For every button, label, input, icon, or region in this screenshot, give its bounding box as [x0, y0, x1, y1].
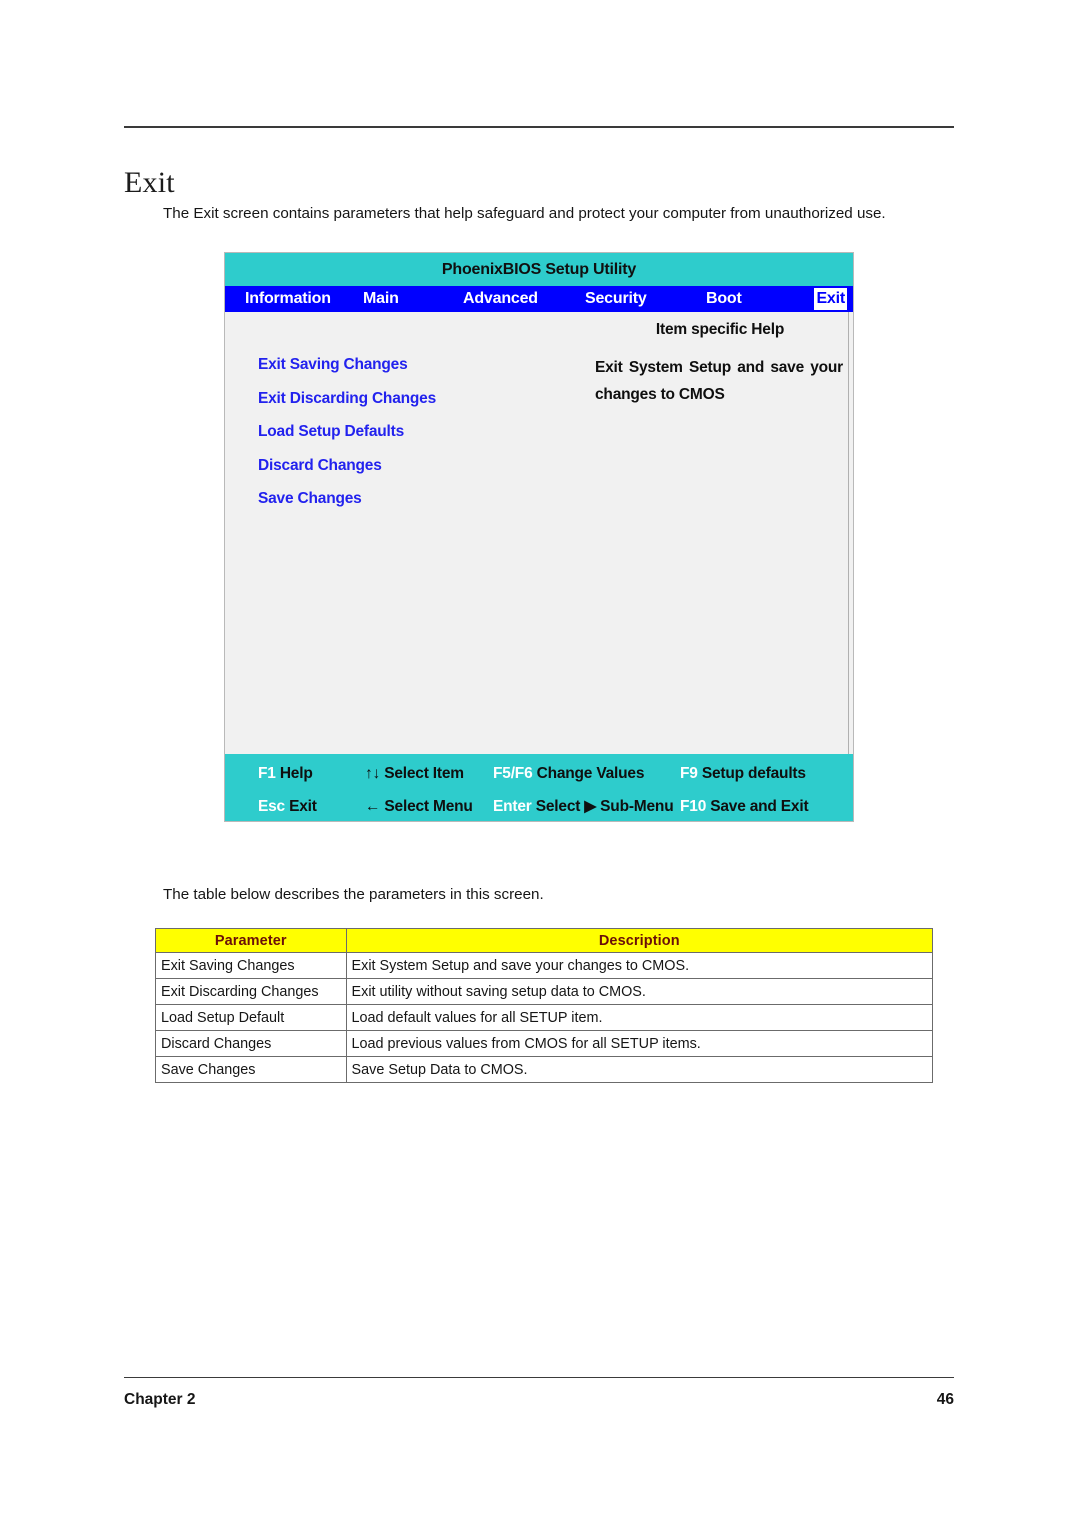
key-label-f1: F1	[258, 765, 276, 782]
bios-body: Item specific Help Exit System Setup and…	[225, 312, 853, 754]
function-key-f5f6-change-values: F5/F6 Change Values	[493, 757, 644, 790]
bios-tab-exit[interactable]: Exit	[814, 288, 847, 310]
table-row: Exit Discarding Changes Exit utility wit…	[155, 978, 934, 1005]
key-desc-change-values: Change Values	[536, 765, 645, 782]
key-desc-sub-menu: Sub-Menu	[600, 798, 674, 815]
key-desc-select-item: Select Item	[384, 765, 464, 782]
key-label-f10: F10	[680, 798, 707, 815]
key-label-enter: Enter	[493, 798, 532, 815]
function-key-enter-select-submenu: Enter Select ▶ Sub-Menu	[493, 790, 674, 823]
table-head: Parameter Description	[155, 928, 934, 953]
key-desc-help: Help	[279, 765, 313, 782]
key-label-f9: F9	[680, 765, 698, 782]
up-down-arrow-icon: ↑↓	[365, 765, 381, 782]
bios-tab-main[interactable]: Main	[363, 288, 399, 310]
table-header-row: Parameter Description	[155, 928, 934, 953]
function-key-f10-save-and-exit: F10 Save and Exit	[680, 790, 809, 823]
header-rule	[124, 126, 954, 128]
table-intro-paragraph: The table below describes the parameters…	[163, 886, 544, 904]
bios-title: PhoenixBIOS Setup Utility	[441, 260, 637, 278]
footer-page-number: 46	[936, 1391, 954, 1408]
function-key-updown-select-item: ↑↓ Select Item	[365, 757, 464, 790]
function-key-f1-help: F1 Help	[258, 757, 313, 790]
cell-parameter: Save Changes	[155, 1056, 347, 1083]
bios-title-bar: PhoenixBIOS Setup Utility	[225, 253, 853, 286]
function-key-f9-setup-defaults: F9 Setup defaults	[680, 757, 806, 790]
cell-description: Save Setup Data to CMOS.	[345, 1056, 934, 1083]
item-specific-help-text: Exit System Setup and save your changes …	[595, 359, 843, 403]
cell-description: Load default values for all SETUP item.	[345, 1004, 934, 1031]
parameters-table: Parameter Description Exit Saving Change…	[155, 928, 934, 1083]
column-header-parameter: Parameter	[155, 928, 347, 953]
column-header-description: Description	[345, 928, 934, 953]
bios-option-discard-changes[interactable]: Discard Changes	[258, 449, 578, 483]
intro-paragraph: The Exit screen contains parameters that…	[163, 205, 886, 223]
key-label-f5-f6: F5/F6	[493, 765, 533, 782]
page-title: Exit	[124, 166, 175, 200]
cell-parameter: Exit Saving Changes	[155, 952, 347, 979]
key-desc-exit: Exit	[289, 798, 317, 815]
key-desc-setup-defaults: Setup defaults	[701, 765, 806, 782]
bios-menu-bar: Information Main Advanced Security Boot …	[225, 286, 853, 312]
key-label-esc: Esc	[258, 798, 285, 815]
cell-parameter: Exit Discarding Changes	[155, 978, 347, 1005]
cell-parameter: Load Setup Default	[155, 1004, 347, 1031]
function-key-left-select-menu: ← Select Menu	[365, 790, 473, 823]
function-key-row-2: Esc Exit ← Select Menu Enter Select ▶ Su…	[225, 790, 853, 823]
table-body: Exit Saving Changes Exit System Setup an…	[155, 952, 934, 1083]
function-key-esc-exit: Esc Exit	[258, 790, 317, 823]
item-specific-help-title: Item specific Help	[655, 321, 785, 338]
help-panel-divider	[848, 312, 849, 754]
cell-description: Exit System Setup and save your changes …	[345, 952, 934, 979]
bios-option-load-setup-defaults[interactable]: Load Setup Defaults	[258, 415, 578, 449]
right-triangle-icon: ▶	[584, 798, 597, 815]
table-row: Discard Changes Load previous values fro…	[155, 1030, 934, 1057]
key-desc-select-menu: Select Menu	[384, 798, 473, 815]
bios-tab-information[interactable]: Information	[245, 288, 331, 310]
bios-function-key-bar: F1 Help ↑↓ Select Item F5/F6 Change Valu…	[225, 754, 853, 821]
bios-options-list: Exit Saving Changes Exit Discarding Chan…	[258, 348, 578, 516]
table-row: Exit Saving Changes Exit System Setup an…	[155, 952, 934, 979]
document-page: Exit The Exit screen contains parameters…	[0, 0, 1080, 1528]
cell-description: Load previous values from CMOS for all S…	[345, 1030, 934, 1057]
cell-description: Exit utility without saving setup data t…	[345, 978, 934, 1005]
footer-rule	[124, 1377, 954, 1378]
function-key-row-1: F1 Help ↑↓ Select Item F5/F6 Change Valu…	[225, 757, 853, 790]
bios-tab-advanced[interactable]: Advanced	[463, 288, 538, 310]
key-desc-save-and-exit: Save and Exit	[710, 798, 809, 815]
bios-option-exit-discarding-changes[interactable]: Exit Discarding Changes	[258, 382, 578, 416]
bios-option-save-changes[interactable]: Save Changes	[258, 482, 578, 516]
bios-tab-security[interactable]: Security	[585, 288, 647, 310]
cell-parameter: Discard Changes	[155, 1030, 347, 1057]
table-row: Load Setup Default Load default values f…	[155, 1004, 934, 1031]
bios-setup-screenshot: PhoenixBIOS Setup Utility Information Ma…	[224, 252, 854, 822]
bios-option-exit-saving-changes[interactable]: Exit Saving Changes	[258, 348, 578, 382]
bios-tab-boot[interactable]: Boot	[706, 288, 742, 310]
left-arrow-icon: ←	[365, 798, 381, 815]
key-desc-select: Select	[535, 798, 581, 815]
table-row: Save Changes Save Setup Data to CMOS.	[155, 1056, 934, 1083]
